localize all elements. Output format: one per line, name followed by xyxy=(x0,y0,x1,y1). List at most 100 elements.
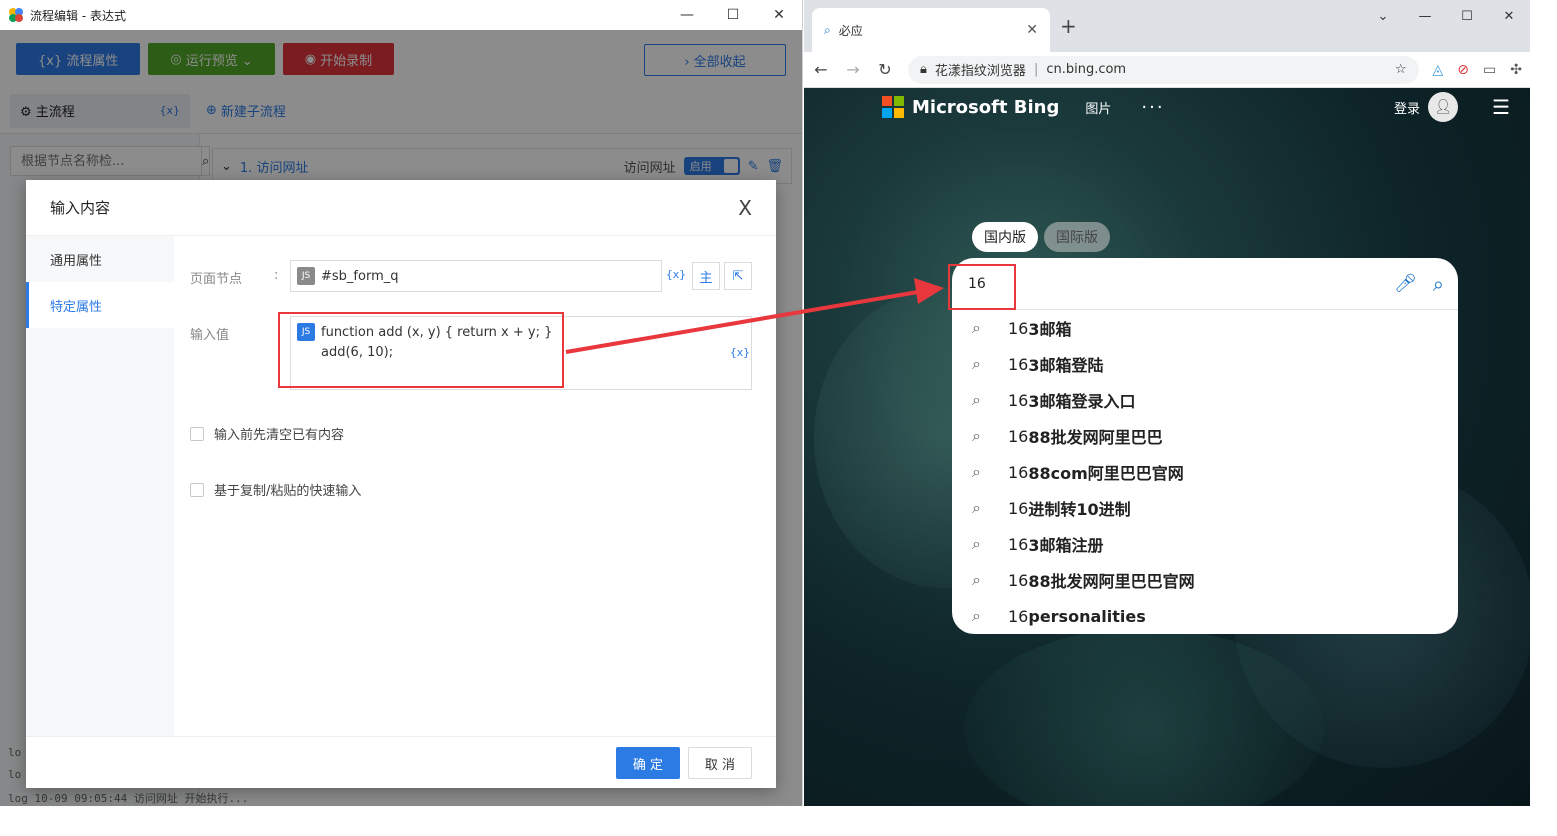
dialog-title: 输入内容 xyxy=(50,199,111,217)
suggestion-prefix: 16 xyxy=(1008,354,1029,374)
app-logo-icon xyxy=(9,8,23,22)
page-node-field[interactable]: JS #sb_form_q xyxy=(290,260,662,292)
suggestion-item[interactable]: ⌕ 16 88批发网阿里巴巴 xyxy=(952,418,1458,454)
suggestion-completion: personalities xyxy=(1028,606,1146,626)
bing-header: Microsoft Bing 图片 ··· 登录 👤︎ ☰ xyxy=(882,92,1510,122)
variable-button[interactable]: {x} xyxy=(730,346,750,359)
suggestion-item[interactable]: ⌕ 16 88com阿里巴巴官网 xyxy=(952,454,1458,490)
puzzle-icon[interactable]: ✣ xyxy=(1510,62,1522,78)
suggestion-item[interactable]: ⌕ 16 88批发网阿里巴巴官网 xyxy=(952,562,1458,598)
camera-icon[interactable]: ▭ xyxy=(1483,62,1496,78)
suggestion-item[interactable]: ⌕ 16 3邮箱登录入口 xyxy=(952,382,1458,418)
dialog-header: 输入内容 X xyxy=(26,180,776,236)
extension-icons: ◬ ⊘ ▭ ✣ xyxy=(1433,62,1522,78)
search-icon: ⌕ xyxy=(972,606,981,625)
search-icon[interactable]: ⌕ xyxy=(1433,272,1444,296)
ok-button[interactable]: 确 定 xyxy=(616,747,680,779)
tab-title: 必应 xyxy=(838,23,863,38)
close-button[interactable]: ✕ xyxy=(756,0,802,30)
suggestion-completion: 进制转10进制 xyxy=(1028,500,1131,519)
suggestion-prefix: 16 xyxy=(1008,606,1029,626)
region-intl-button[interactable]: 国际版 xyxy=(1044,222,1110,252)
address-toolbar: ← → ↻ 🔒︎ 花漾指纹浏览器 | cn.bing.com ☆ ◬ ⊘ ▭ ✣ xyxy=(804,52,1530,88)
bing-favicon-icon: ⌕ xyxy=(824,22,831,37)
site-name: 花漾指纹浏览器 xyxy=(934,64,1026,79)
suggestion-completion: 3邮箱登录入口 xyxy=(1028,392,1136,411)
suggestion-completion: 88com阿里巴巴官网 xyxy=(1028,464,1184,483)
suggestion-completion: 3邮箱注册 xyxy=(1028,536,1104,555)
nav-more[interactable]: ··· xyxy=(1141,97,1164,118)
clear-before-checkbox[interactable] xyxy=(190,426,204,441)
bing-brand[interactable]: Microsoft Bing xyxy=(912,97,1059,118)
suggestion-prefix: 16 xyxy=(1008,462,1029,482)
lock-icon: 🔒︎ xyxy=(920,62,927,77)
suggestion-prefix: 16 xyxy=(1008,570,1029,590)
variable-button[interactable]: {x} xyxy=(666,268,686,281)
paste-input-option[interactable]: 基于复制/粘贴的快速输入 xyxy=(190,480,361,499)
suggestion-completion: 88批发网阿里巴巴 xyxy=(1028,428,1163,447)
tab-general-properties[interactable]: 通用属性 xyxy=(26,236,174,282)
region-switch: 国内版 国际版 xyxy=(972,222,1110,252)
search-input-row[interactable]: 16 🎤︎ ⌕ xyxy=(952,258,1458,310)
search-icon: ⌕ xyxy=(972,534,981,553)
suggestion-item[interactable]: ⌕ 16 3邮箱 xyxy=(952,310,1458,346)
close-button[interactable]: ✕ xyxy=(1488,0,1530,32)
browser-window: ⌕ 必应 ✕ + ⌄ — ☐ ✕ ← → ↻ 🔒︎ 花漾指纹浏览器 | cn.b… xyxy=(804,0,1530,806)
bing-homepage: Microsoft Bing 图片 ··· 登录 👤︎ ☰ 国内版 国际版 16… xyxy=(804,88,1530,806)
suggestion-item[interactable]: ⌕ 16 进制转10进制 xyxy=(952,490,1458,526)
annotation-box xyxy=(278,312,564,388)
js-icon: JS xyxy=(297,267,315,285)
search-icon: ⌕ xyxy=(972,570,981,589)
search-icon: ⌕ xyxy=(972,318,981,337)
region-cn-button[interactable]: 国内版 xyxy=(972,222,1038,252)
page-node-label: 页面节点 xyxy=(190,272,243,287)
tab-close-icon[interactable]: ✕ xyxy=(1026,22,1038,38)
clear-before-label: 输入前先清空已有内容 xyxy=(214,428,345,443)
minimize-button[interactable]: — xyxy=(664,0,710,30)
minimize-button[interactable]: — xyxy=(1404,0,1446,32)
clear-before-input-option[interactable]: 输入前先清空已有内容 xyxy=(190,424,344,443)
reload-icon[interactable]: ↻ xyxy=(876,60,894,79)
browser-tabbar: ⌕ 必应 ✕ + ⌄ — ☐ ✕ xyxy=(804,0,1530,52)
main-button[interactable]: 主 xyxy=(692,262,720,290)
suggestion-item[interactable]: ⌕ 16 3邮箱登陆 xyxy=(952,346,1458,382)
suggestion-item[interactable]: ⌕ 16 3邮箱注册 xyxy=(952,526,1458,562)
extension-icon[interactable]: ◬ xyxy=(1433,62,1444,78)
dialog-footer: 确 定 取 消 xyxy=(26,736,776,788)
microphone-icon[interactable]: 🎤︎ xyxy=(1394,273,1417,294)
input-content-dialog: 输入内容 X 通用属性 特定属性 页面节点 : JS #sb_form_q {x… xyxy=(26,180,776,788)
suggestion-completion: 3邮箱登陆 xyxy=(1028,356,1104,375)
close-icon[interactable]: X xyxy=(738,196,752,220)
search-icon: ⌕ xyxy=(972,426,981,445)
login-link[interactable]: 登录 xyxy=(1394,98,1420,117)
page-node-value: #sb_form_q xyxy=(321,268,399,284)
search-icon: ⌕ xyxy=(972,462,981,481)
tab-search-icon[interactable]: ⌄ xyxy=(1362,0,1404,32)
new-tab-button[interactable]: + xyxy=(1060,14,1077,38)
address-bar[interactable]: 🔒︎ 花漾指纹浏览器 | cn.bing.com ☆ xyxy=(908,55,1419,84)
suggestion-prefix: 16 xyxy=(1008,534,1029,554)
nav-images[interactable]: 图片 xyxy=(1085,98,1111,117)
back-icon[interactable]: ← xyxy=(812,60,830,79)
block-icon[interactable]: ⊘ xyxy=(1457,62,1469,78)
screenshot-root: 流程编辑 - 表达式 — ☐ ✕ {x} 流程属性 ◎ 运行预览 ⌄ ◉ 开始录… xyxy=(0,0,1557,836)
maximize-button[interactable]: ☐ xyxy=(710,0,756,30)
user-avatar-icon[interactable]: 👤︎ xyxy=(1428,92,1459,122)
url-divider: | xyxy=(1033,62,1039,77)
pick-element-icon[interactable]: ⇱ xyxy=(724,262,752,290)
tab-specific-properties[interactable]: 特定属性 xyxy=(26,282,174,328)
suggestion-prefix: 16 xyxy=(1008,390,1029,410)
search-icon: ⌕ xyxy=(972,354,981,373)
app-title: 流程编辑 - 表达式 xyxy=(30,8,126,23)
browser-tab[interactable]: ⌕ 必应 ✕ xyxy=(812,8,1050,52)
forward-icon[interactable]: → xyxy=(844,60,862,79)
menu-icon[interactable]: ☰ xyxy=(1492,95,1510,119)
suggestion-item[interactable]: ⌕ 16 personalities xyxy=(952,598,1458,634)
suggestion-prefix: 16 xyxy=(1008,498,1029,518)
cancel-button[interactable]: 取 消 xyxy=(688,747,752,779)
dialog-sidebar: 通用属性 特定属性 xyxy=(26,236,174,736)
maximize-button[interactable]: ☐ xyxy=(1446,0,1488,32)
bookmark-star-icon[interactable]: ☆ xyxy=(1395,62,1407,77)
annotation-box xyxy=(948,264,1016,310)
paste-input-checkbox[interactable] xyxy=(190,482,204,497)
